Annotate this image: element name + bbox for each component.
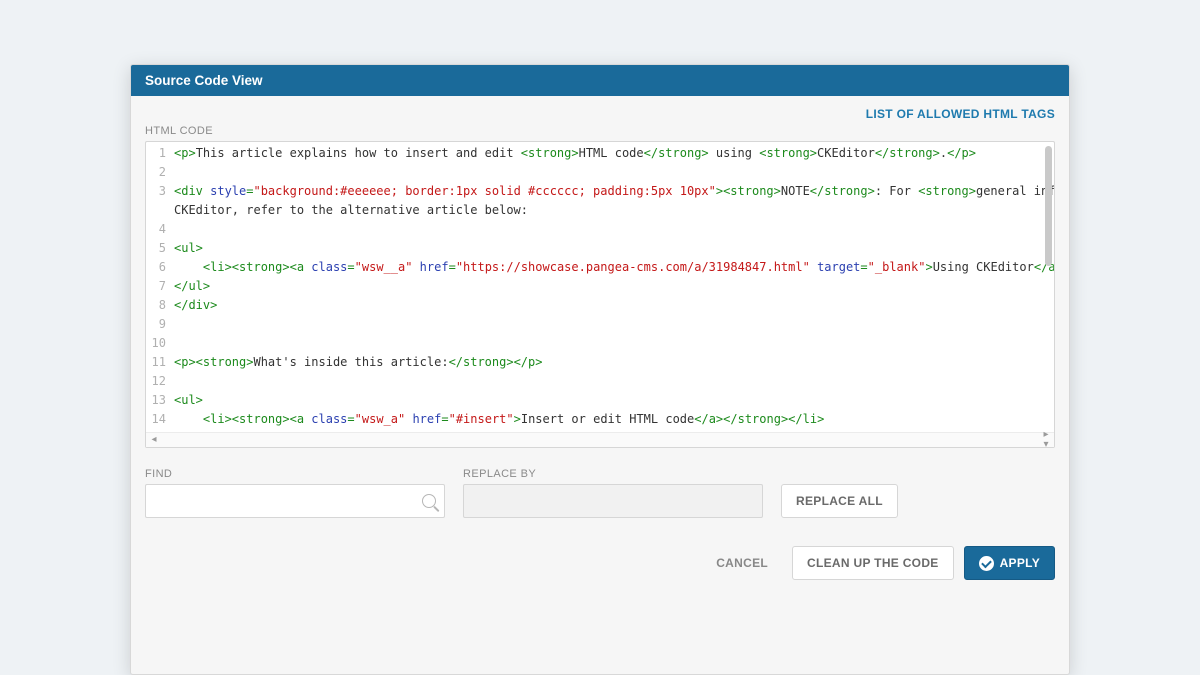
search-icon[interactable]: [422, 494, 436, 508]
check-circle-icon: [979, 556, 994, 571]
line-number: 13: [148, 391, 166, 410]
line-number: 5: [148, 239, 166, 258]
line-number: 4: [148, 220, 166, 239]
line-number: 14: [148, 410, 166, 429]
line-number: 3: [148, 182, 166, 201]
allowed-tags-row: LIST OF ALLOWED HTML TAGS: [131, 96, 1069, 125]
code-line[interactable]: [174, 315, 1046, 334]
code-line[interactable]: </div>: [174, 296, 1046, 315]
code-line[interactable]: [174, 163, 1046, 182]
find-label: FIND: [145, 468, 445, 480]
code-line[interactable]: <li><strong><a class="wsw_a" href="#inse…: [174, 410, 1046, 429]
vertical-scrollbar-thumb[interactable]: [1045, 146, 1052, 266]
line-number: 15: [148, 429, 166, 432]
scroll-left-icon[interactable]: ◂: [148, 435, 160, 445]
code-line[interactable]: <p><strong>What's inside this article:</…: [174, 353, 1046, 372]
code-line[interactable]: <p>This article explains how to insert a…: [174, 144, 1046, 163]
code-line[interactable]: <li><strong><a class="wsw__a" href="http…: [174, 258, 1046, 277]
cleanup-button[interactable]: CLEAN UP THE CODE: [792, 546, 954, 580]
allowed-tags-link[interactable]: LIST OF ALLOWED HTML TAGS: [866, 107, 1055, 121]
code-line[interactable]: [174, 220, 1046, 239]
horizontal-scrollbar[interactable]: ◂ ▸ ▾: [146, 432, 1054, 447]
line-number: [148, 201, 166, 220]
line-number: 2: [148, 163, 166, 182]
scroll-right-icon[interactable]: ▸ ▾: [1040, 430, 1052, 450]
code-line[interactable]: <ul>: [174, 239, 1046, 258]
code-line[interactable]: [174, 372, 1046, 391]
code-line[interactable]: CKEditor, refer to the alternative artic…: [174, 201, 1046, 220]
line-number: 8: [148, 296, 166, 315]
line-number: 10: [148, 334, 166, 353]
line-number: 11: [148, 353, 166, 372]
code-editor[interactable]: 1234567891011121314151617 <p>This articl…: [145, 141, 1055, 448]
source-code-dialog: Source Code View LIST OF ALLOWED HTML TA…: [130, 64, 1070, 675]
code-line[interactable]: </ul>: [174, 277, 1046, 296]
code-line[interactable]: <div style="background:#eeeeee; border:1…: [174, 182, 1046, 201]
replace-label: REPLACE BY: [463, 468, 763, 480]
dialog-title: Source Code View: [145, 73, 263, 88]
dialog-titlebar: Source Code View: [131, 65, 1069, 96]
replace-all-button[interactable]: REPLACE ALL: [781, 484, 898, 518]
apply-label: APPLY: [1000, 556, 1040, 570]
line-number: 1: [148, 144, 166, 163]
code-line[interactable]: [174, 334, 1046, 353]
html-code-label: HTML CODE: [145, 125, 1055, 137]
line-number: 9: [148, 315, 166, 334]
code-gutter: 1234567891011121314151617: [146, 142, 172, 432]
code-line[interactable]: <li><strong><a class="wsw_a" href="#vali…: [174, 429, 1046, 432]
line-number: 6: [148, 258, 166, 277]
line-number: 7: [148, 277, 166, 296]
cancel-button[interactable]: CANCEL: [702, 546, 782, 580]
code-area[interactable]: <p>This article explains how to insert a…: [172, 142, 1054, 432]
line-number: 12: [148, 372, 166, 391]
replace-input[interactable]: [463, 484, 763, 518]
code-line[interactable]: <ul>: [174, 391, 1046, 410]
find-input[interactable]: [145, 484, 445, 518]
apply-button[interactable]: APPLY: [964, 546, 1055, 580]
